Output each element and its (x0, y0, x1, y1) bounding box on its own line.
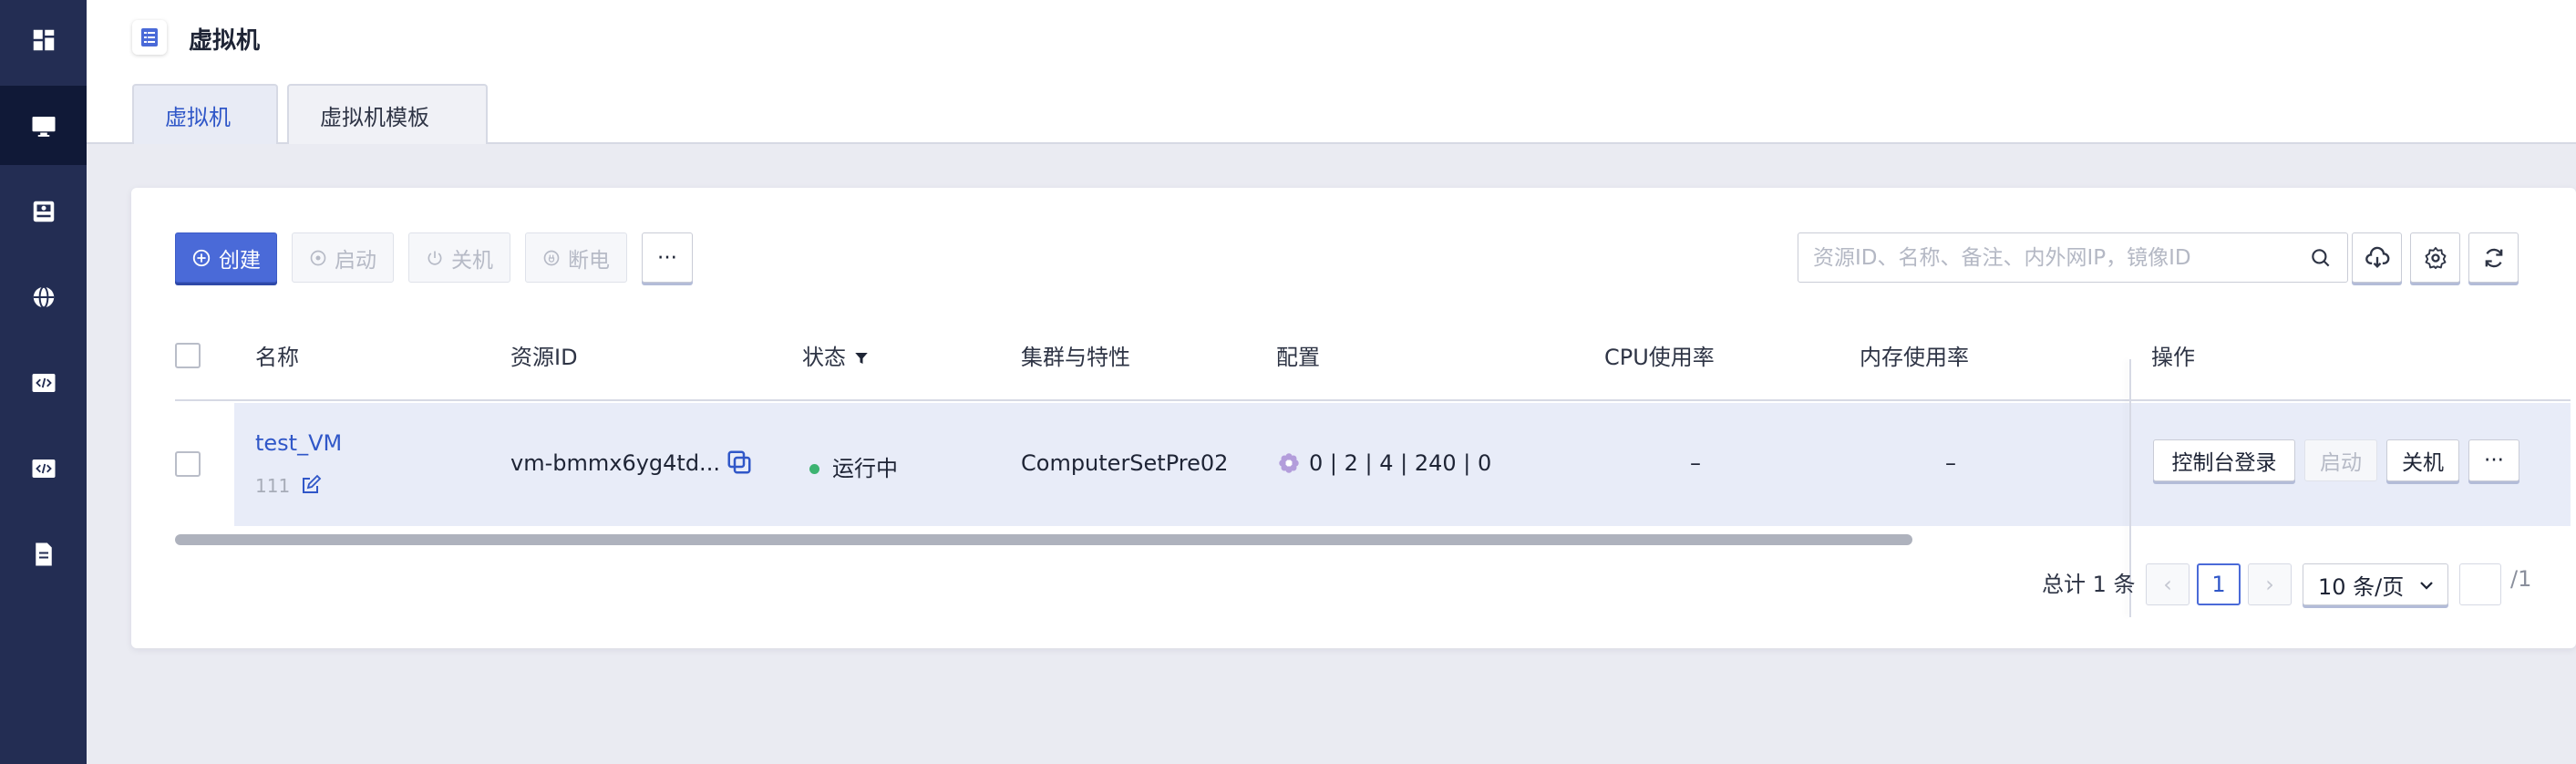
column-header-cpu-usage: CPU使用率 (1604, 345, 1715, 370)
dashboard-icon (33, 29, 54, 50)
row-checkbox[interactable] (175, 451, 201, 477)
shutdown-button[interactable]: 关机 (408, 232, 510, 283)
sidebar-item-vm[interactable] (0, 86, 87, 165)
sidebar-item-network[interactable] (0, 257, 87, 336)
filter-icon[interactable] (853, 350, 870, 367)
console-login-button[interactable]: 控制台登录 (2153, 439, 2295, 481)
cluster-text: ComputerSetPre02 (1021, 450, 1229, 476)
config-text: 0 | 2 | 4 | 240 | 0 (1309, 450, 1492, 476)
download-button[interactable] (2352, 232, 2402, 283)
create-button[interactable]: 创建 (175, 232, 277, 283)
refresh-icon (2485, 248, 2502, 267)
horizontal-scrollbar[interactable] (175, 534, 1912, 545)
tab-vm[interactable]: 虚拟机 (132, 84, 278, 144)
vm-list-icon (132, 20, 167, 55)
edit-icon[interactable] (300, 474, 322, 496)
column-header-mem-usage: 内存使用率 (1860, 345, 1969, 370)
settings-button[interactable] (2410, 232, 2460, 283)
more-actions-button[interactable]: ··· (642, 232, 693, 283)
next-page-button[interactable]: › (2248, 563, 2292, 605)
gear-icon (2425, 246, 2446, 269)
row-more-button[interactable]: ··· (2468, 439, 2519, 481)
storage-icon (33, 201, 54, 222)
vm-remark: 111 (255, 474, 322, 497)
page-header: 虚拟机 虚拟机 虚拟机模板 (87, 0, 2576, 144)
page-1-button[interactable]: 1 (2197, 563, 2241, 605)
page-title: 虚拟机 (189, 27, 261, 55)
status-cell: 运行中 (809, 450, 898, 482)
search-input[interactable] (1798, 233, 2291, 282)
tab-vm-template[interactable]: 虚拟机模板 (287, 84, 488, 144)
plug-circle-icon (543, 250, 560, 265)
code-window-icon (32, 373, 55, 392)
more-label: ··· (657, 245, 677, 270)
table-row: test_VM 111 vm-bmmx6yg4td... 运行中 Compute… (175, 359, 2571, 617)
start-label: 启动 (335, 248, 376, 273)
create-label: 创建 (219, 248, 261, 273)
refresh-button[interactable] (2468, 232, 2519, 283)
poweroff-button[interactable]: 断电 (525, 232, 627, 283)
status-running-dot (809, 464, 819, 474)
status-text: 运行中 (832, 456, 898, 481)
sidebar (0, 0, 87, 764)
remark-text: 111 (255, 475, 291, 497)
sidebar-item-code-2[interactable] (0, 428, 87, 508)
pagination-total: 总计 1 条 (2042, 572, 2136, 597)
page-total: /1 (2510, 566, 2532, 592)
sidebar-item-code-1[interactable] (0, 343, 87, 422)
page-size-select[interactable]: 10 条/页 (2303, 563, 2448, 605)
shutdown-label: 关机 (451, 248, 493, 273)
column-header-cluster: 集群与特性 (1021, 345, 1130, 370)
plus-circle-icon (192, 249, 211, 266)
code-window-icon (32, 459, 55, 478)
row-shutdown-button[interactable]: 关机 (2386, 439, 2459, 481)
document-icon (35, 542, 52, 565)
column-header-actions: 操作 (2151, 345, 2195, 370)
column-header-config: 配置 (1276, 345, 1320, 370)
status-header-label: 状态 (802, 345, 846, 370)
page-size-value: 10 条/页 (2318, 573, 2405, 600)
flower-config-icon (1279, 453, 1299, 473)
row-start-button[interactable]: 启动 (2304, 439, 2377, 481)
sidebar-item-docs[interactable] (0, 514, 87, 594)
vm-name-link[interactable]: test_VM (255, 430, 342, 456)
table-header: 名称 资源ID 状态 集群与特性 配置 CPU使用率 内存使用率 操作 (175, 310, 2571, 401)
monitor-icon (32, 116, 55, 137)
select-all-checkbox[interactable] (175, 343, 201, 368)
column-header-name: 名称 (255, 345, 299, 370)
start-button[interactable]: 启动 (292, 232, 394, 283)
sidebar-item-storage[interactable] (0, 171, 87, 251)
search-icon[interactable] (2309, 246, 2333, 270)
column-header-status[interactable]: 状态 (802, 339, 870, 371)
search-box (1798, 232, 2348, 283)
page-jump-input[interactable] (2459, 563, 2501, 605)
column-header-resource-id: 资源ID (510, 345, 578, 370)
play-circle-icon (310, 250, 326, 265)
sidebar-item-dashboard[interactable] (0, 0, 87, 79)
power-icon (428, 251, 442, 265)
copy-icon[interactable] (726, 449, 753, 476)
mem-usage: – (1945, 450, 1956, 476)
config-cell: 0 | 2 | 4 | 240 | 0 (1276, 450, 1491, 476)
prev-page-button[interactable]: ‹ (2146, 563, 2190, 605)
cpu-usage: – (1690, 450, 1701, 476)
resource-id: vm-bmmx6yg4td... (510, 450, 720, 476)
globe-icon (33, 285, 54, 308)
cloud-download-icon (2365, 246, 2389, 268)
vm-list-card: 创建 启动 关机 断电 ··· 名称 资源ID 状态 集群与特性 配置 (131, 188, 2576, 648)
poweroff-label: 断电 (568, 248, 610, 273)
chevron-down-icon (2420, 582, 2433, 590)
